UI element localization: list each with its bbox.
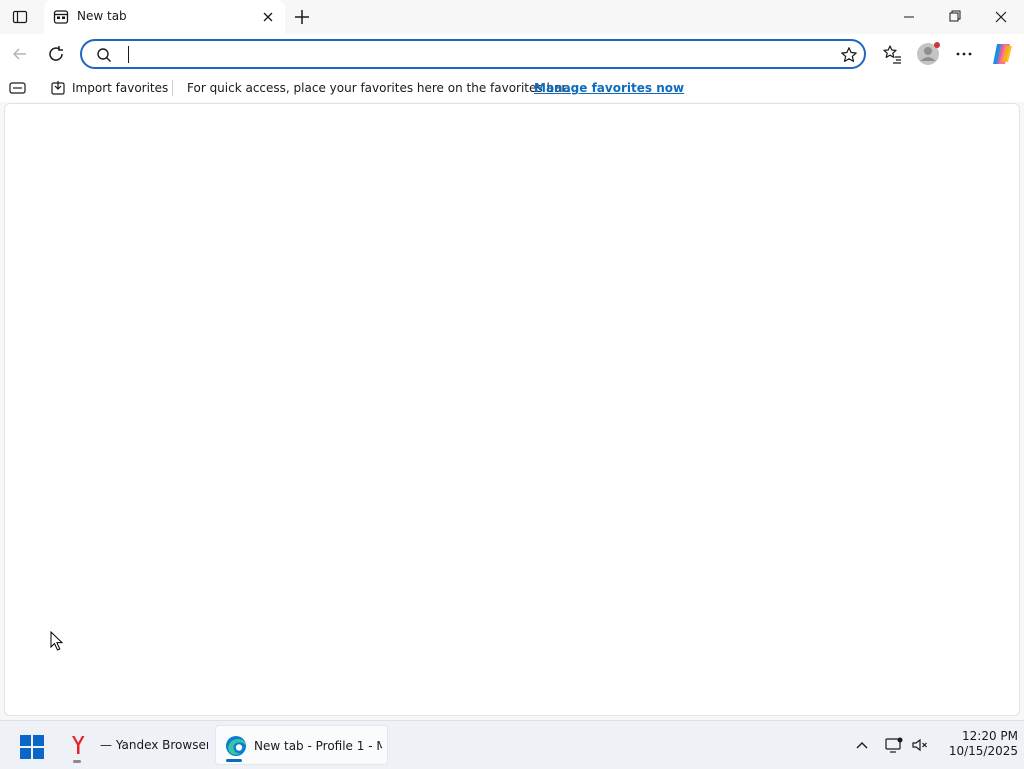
text-caret	[128, 46, 129, 63]
taskbar-item-label: New tab - Profile 1 - Microsoft Edge	[254, 739, 382, 753]
taskbar-item-edge[interactable]: New tab - Profile 1 - Microsoft Edge	[215, 725, 388, 765]
mouse-pointer-icon	[50, 631, 64, 651]
close-window-icon[interactable]	[978, 0, 1024, 34]
new-tab-plus-icon[interactable]	[290, 5, 314, 29]
tab-actions-button[interactable]	[6, 4, 34, 30]
yandex-icon	[66, 733, 90, 757]
show-hidden-icons-chevron-icon[interactable]	[852, 735, 872, 755]
import-favorites-label: Import favorites	[72, 81, 169, 95]
clock-time: 12:20 PM	[962, 729, 1018, 743]
restore-icon[interactable]	[932, 0, 978, 34]
copilot-icon[interactable]	[988, 40, 1016, 68]
volume-muted-icon[interactable]	[910, 735, 930, 755]
network-display-icon[interactable]	[884, 735, 904, 755]
title-bar: New tab	[0, 0, 1024, 34]
tab-actions-icon	[12, 9, 28, 25]
import-icon	[50, 80, 66, 96]
favorites-bar: Import favorites For quick access, place…	[0, 74, 1024, 102]
tab-title: New tab	[77, 9, 127, 23]
clock-date: 10/15/2025	[948, 744, 1018, 758]
favorites-bar-toggle-icon[interactable]	[8, 80, 28, 96]
system-clock[interactable]: 12:20 PM 10/15/2025	[938, 729, 1018, 759]
address-input[interactable]	[126, 45, 816, 65]
address-bar[interactable]	[80, 39, 866, 69]
manage-favorites-link[interactable]: Manage favorites now	[534, 81, 684, 95]
taskbar-item-yandex-browser[interactable]: — Yandex Browser	[58, 725, 210, 765]
taskbar-item-label: — Yandex Browser	[100, 738, 208, 752]
refresh-icon[interactable]	[42, 40, 70, 68]
navigation-toolbar	[0, 34, 1024, 74]
favorites-separator	[172, 80, 173, 96]
windows-start-icon[interactable]	[14, 729, 50, 765]
favorites-icon[interactable]	[878, 40, 906, 68]
active-indicator	[226, 759, 242, 762]
add-favorite-star-icon[interactable]	[840, 46, 858, 64]
tab-new-tab[interactable]: New tab	[44, 0, 285, 34]
new-tab-page-icon	[53, 9, 69, 25]
page-content[interactable]	[4, 103, 1020, 716]
taskbar: — Yandex Browser New tab - Profile 1 - M…	[0, 720, 1024, 769]
running-indicator	[73, 760, 81, 763]
search-icon	[96, 47, 112, 63]
favorites-bar-message: For quick access, place your favorites h…	[187, 81, 570, 95]
back-arrow-icon[interactable]	[6, 40, 34, 68]
minimize-icon[interactable]	[886, 0, 932, 34]
edge-icon	[224, 734, 248, 758]
profile-avatar-icon[interactable]	[914, 40, 942, 68]
close-tab-icon[interactable]	[259, 8, 277, 26]
more-options-icon[interactable]	[950, 40, 978, 68]
